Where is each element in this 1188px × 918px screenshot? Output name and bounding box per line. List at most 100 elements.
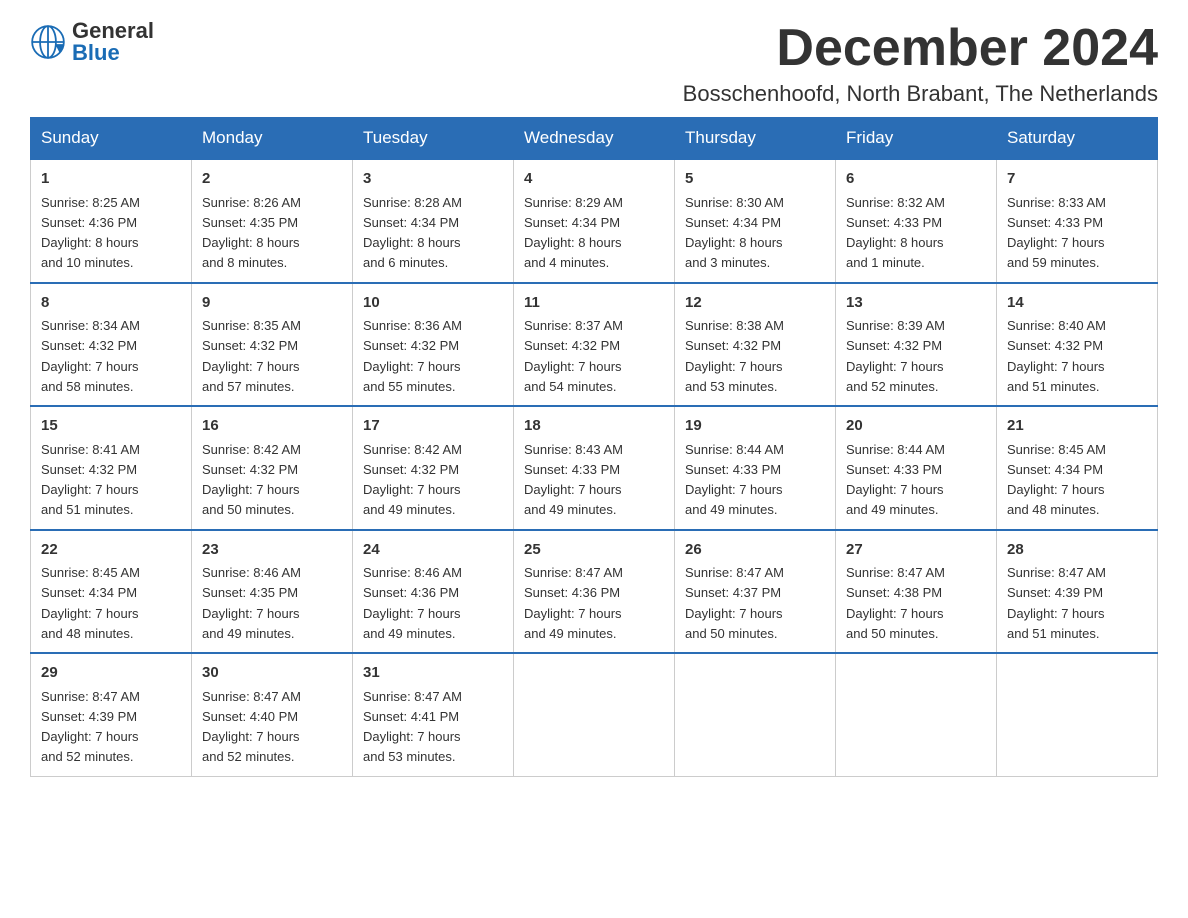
day-sun-info: Sunrise: 8:47 AM Sunset: 4:41 PM Dayligh…: [363, 689, 462, 765]
calendar-day-cell: 16Sunrise: 8:42 AM Sunset: 4:32 PM Dayli…: [192, 406, 353, 530]
day-number: 3: [363, 168, 503, 191]
day-number: 7: [1007, 168, 1147, 191]
day-number: 1: [41, 168, 181, 191]
calendar-day-cell: 10 Sunrise: 8:36 AM Sunset: 4:32 PM Dayli…: [353, 283, 514, 407]
calendar-day-cell: 20 Sunrise: 8:44 AM Sunset: 4:33 PM Dayli…: [836, 406, 997, 530]
day-sun-info: Sunrise: 8:43 AM Sunset: 4:33 PM Dayligh…: [524, 442, 623, 518]
calendar-day-cell: 2 Sunrise: 8:26 AM Sunset: 4:35 PM Daylig…: [192, 159, 353, 283]
day-number: 10: [363, 292, 503, 315]
day-sun-info: Sunrise: 8:42 AM Sunset: 4:32 PM Dayligh…: [363, 442, 462, 518]
day-sun-info: Sunrise: 8:47 AM Sunset: 4:39 PM Dayligh…: [1007, 565, 1106, 641]
calendar-day-cell: 15 Sunrise: 8:41 AM Sunset: 4:32 PM Dayli…: [31, 406, 192, 530]
calendar-day-cell: 11 Sunrise: 8:37 AM Sunset: 4:32 PM Dayli…: [514, 283, 675, 407]
day-sun-info: Sunrise: 8:25 AM Sunset: 4:36 PM Dayligh…: [41, 195, 140, 271]
calendar-day-cell: 8 Sunrise: 8:34 AM Sunset: 4:32 PM Daylig…: [31, 283, 192, 407]
calendar-table: SundayMondayTuesdayWednesdayThursdayFrid…: [30, 117, 1158, 777]
day-number: 29: [41, 662, 181, 685]
day-number: 17: [363, 415, 503, 438]
logo: General Blue: [30, 20, 154, 64]
calendar-day-cell: 18Sunrise: 8:43 AM Sunset: 4:33 PM Dayli…: [514, 406, 675, 530]
calendar-day-cell: 29Sunrise: 8:47 AM Sunset: 4:39 PM Dayli…: [31, 653, 192, 776]
day-sun-info: Sunrise: 8:28 AM Sunset: 4:34 PM Dayligh…: [363, 195, 462, 271]
day-number: 11: [524, 292, 664, 315]
day-number: 27: [846, 539, 986, 562]
calendar-day-cell: 9 Sunrise: 8:35 AM Sunset: 4:32 PM Daylig…: [192, 283, 353, 407]
calendar-day-cell: 17 Sunrise: 8:42 AM Sunset: 4:32 PM Dayli…: [353, 406, 514, 530]
calendar-day-cell: 22Sunrise: 8:45 AM Sunset: 4:34 PM Dayli…: [31, 530, 192, 654]
day-sun-info: Sunrise: 8:41 AM Sunset: 4:32 PM Dayligh…: [41, 442, 140, 518]
day-number: 8: [41, 292, 181, 315]
day-number: 23: [202, 539, 342, 562]
day-number: 9: [202, 292, 342, 315]
day-sun-info: Sunrise: 8:47 AM Sunset: 4:38 PM Dayligh…: [846, 565, 945, 641]
calendar-day-cell: 7 Sunrise: 8:33 AM Sunset: 4:33 PM Daylig…: [997, 159, 1158, 283]
day-number: 28: [1007, 539, 1147, 562]
weekday-header-row: SundayMondayTuesdayWednesdayThursdayFrid…: [31, 118, 1158, 160]
day-number: 24: [363, 539, 503, 562]
day-sun-info: Sunrise: 8:35 AM Sunset: 4:32 PM Dayligh…: [202, 318, 301, 394]
calendar-empty-cell: [836, 653, 997, 776]
calendar-day-cell: 1 Sunrise: 8:25 AM Sunset: 4:36 PM Daylig…: [31, 159, 192, 283]
day-number: 31: [363, 662, 503, 685]
calendar-empty-cell: [997, 653, 1158, 776]
day-sun-info: Sunrise: 8:34 AM Sunset: 4:32 PM Dayligh…: [41, 318, 140, 394]
day-number: 30: [202, 662, 342, 685]
calendar-day-cell: 19Sunrise: 8:44 AM Sunset: 4:33 PM Dayli…: [675, 406, 836, 530]
day-sun-info: Sunrise: 8:39 AM Sunset: 4:32 PM Dayligh…: [846, 318, 945, 394]
calendar-week-row: 1 Sunrise: 8:25 AM Sunset: 4:36 PM Daylig…: [31, 159, 1158, 283]
day-sun-info: Sunrise: 8:29 AM Sunset: 4:34 PM Dayligh…: [524, 195, 623, 271]
day-sun-info: Sunrise: 8:47 AM Sunset: 4:40 PM Dayligh…: [202, 689, 301, 765]
day-sun-info: Sunrise: 8:44 AM Sunset: 4:33 PM Dayligh…: [685, 442, 784, 518]
weekday-header-sunday: Sunday: [31, 118, 192, 160]
calendar-day-cell: 21 Sunrise: 8:45 AM Sunset: 4:34 PM Dayli…: [997, 406, 1158, 530]
calendar-week-row: 15 Sunrise: 8:41 AM Sunset: 4:32 PM Dayli…: [31, 406, 1158, 530]
calendar-day-cell: 23 Sunrise: 8:46 AM Sunset: 4:35 PM Dayli…: [192, 530, 353, 654]
day-number: 12: [685, 292, 825, 315]
day-number: 13: [846, 292, 986, 315]
calendar-day-cell: 5 Sunrise: 8:30 AM Sunset: 4:34 PM Daylig…: [675, 159, 836, 283]
page-title: December 2024: [683, 20, 1158, 77]
day-number: 2: [202, 168, 342, 191]
day-number: 21: [1007, 415, 1147, 438]
day-sun-info: Sunrise: 8:45 AM Sunset: 4:34 PM Dayligh…: [1007, 442, 1106, 518]
subtitle: Bosschenhoofd, North Brabant, The Nether…: [683, 81, 1158, 107]
day-number: 16: [202, 415, 342, 438]
day-sun-info: Sunrise: 8:46 AM Sunset: 4:35 PM Dayligh…: [202, 565, 301, 641]
calendar-day-cell: 13 Sunrise: 8:39 AM Sunset: 4:32 PM Dayli…: [836, 283, 997, 407]
day-sun-info: Sunrise: 8:46 AM Sunset: 4:36 PM Dayligh…: [363, 565, 462, 641]
calendar-day-cell: 14Sunrise: 8:40 AM Sunset: 4:32 PM Dayli…: [997, 283, 1158, 407]
day-number: 25: [524, 539, 664, 562]
day-sun-info: Sunrise: 8:45 AM Sunset: 4:34 PM Dayligh…: [41, 565, 140, 641]
day-number: 4: [524, 168, 664, 191]
day-sun-info: Sunrise: 8:36 AM Sunset: 4:32 PM Dayligh…: [363, 318, 462, 394]
logo-icon: [30, 24, 66, 60]
logo-general-text: General: [72, 20, 154, 42]
calendar-week-row: 22Sunrise: 8:45 AM Sunset: 4:34 PM Dayli…: [31, 530, 1158, 654]
day-sun-info: Sunrise: 8:38 AM Sunset: 4:32 PM Dayligh…: [685, 318, 784, 394]
day-sun-info: Sunrise: 8:26 AM Sunset: 4:35 PM Dayligh…: [202, 195, 301, 271]
calendar-week-row: 8 Sunrise: 8:34 AM Sunset: 4:32 PM Daylig…: [31, 283, 1158, 407]
day-sun-info: Sunrise: 8:30 AM Sunset: 4:34 PM Dayligh…: [685, 195, 784, 271]
logo-blue-text: Blue: [72, 42, 154, 64]
day-number: 20: [846, 415, 986, 438]
day-sun-info: Sunrise: 8:40 AM Sunset: 4:32 PM Dayligh…: [1007, 318, 1106, 394]
day-sun-info: Sunrise: 8:32 AM Sunset: 4:33 PM Dayligh…: [846, 195, 945, 271]
day-number: 6: [846, 168, 986, 191]
calendar-day-cell: 3 Sunrise: 8:28 AM Sunset: 4:34 PM Daylig…: [353, 159, 514, 283]
day-number: 15: [41, 415, 181, 438]
calendar-day-cell: 30 Sunrise: 8:47 AM Sunset: 4:40 PM Dayli…: [192, 653, 353, 776]
weekday-header-monday: Monday: [192, 118, 353, 160]
calendar-day-cell: 25Sunrise: 8:47 AM Sunset: 4:36 PM Dayli…: [514, 530, 675, 654]
day-number: 26: [685, 539, 825, 562]
day-sun-info: Sunrise: 8:37 AM Sunset: 4:32 PM Dayligh…: [524, 318, 623, 394]
day-number: 5: [685, 168, 825, 191]
header: General Blue December 2024 Bosschenhoofd…: [30, 20, 1158, 107]
calendar-day-cell: 26 Sunrise: 8:47 AM Sunset: 4:37 PM Dayli…: [675, 530, 836, 654]
calendar-empty-cell: [514, 653, 675, 776]
weekday-header-saturday: Saturday: [997, 118, 1158, 160]
weekday-header-thursday: Thursday: [675, 118, 836, 160]
calendar-week-row: 29Sunrise: 8:47 AM Sunset: 4:39 PM Dayli…: [31, 653, 1158, 776]
day-sun-info: Sunrise: 8:33 AM Sunset: 4:33 PM Dayligh…: [1007, 195, 1106, 271]
day-sun-info: Sunrise: 8:47 AM Sunset: 4:37 PM Dayligh…: [685, 565, 784, 641]
day-sun-info: Sunrise: 8:44 AM Sunset: 4:33 PM Dayligh…: [846, 442, 945, 518]
